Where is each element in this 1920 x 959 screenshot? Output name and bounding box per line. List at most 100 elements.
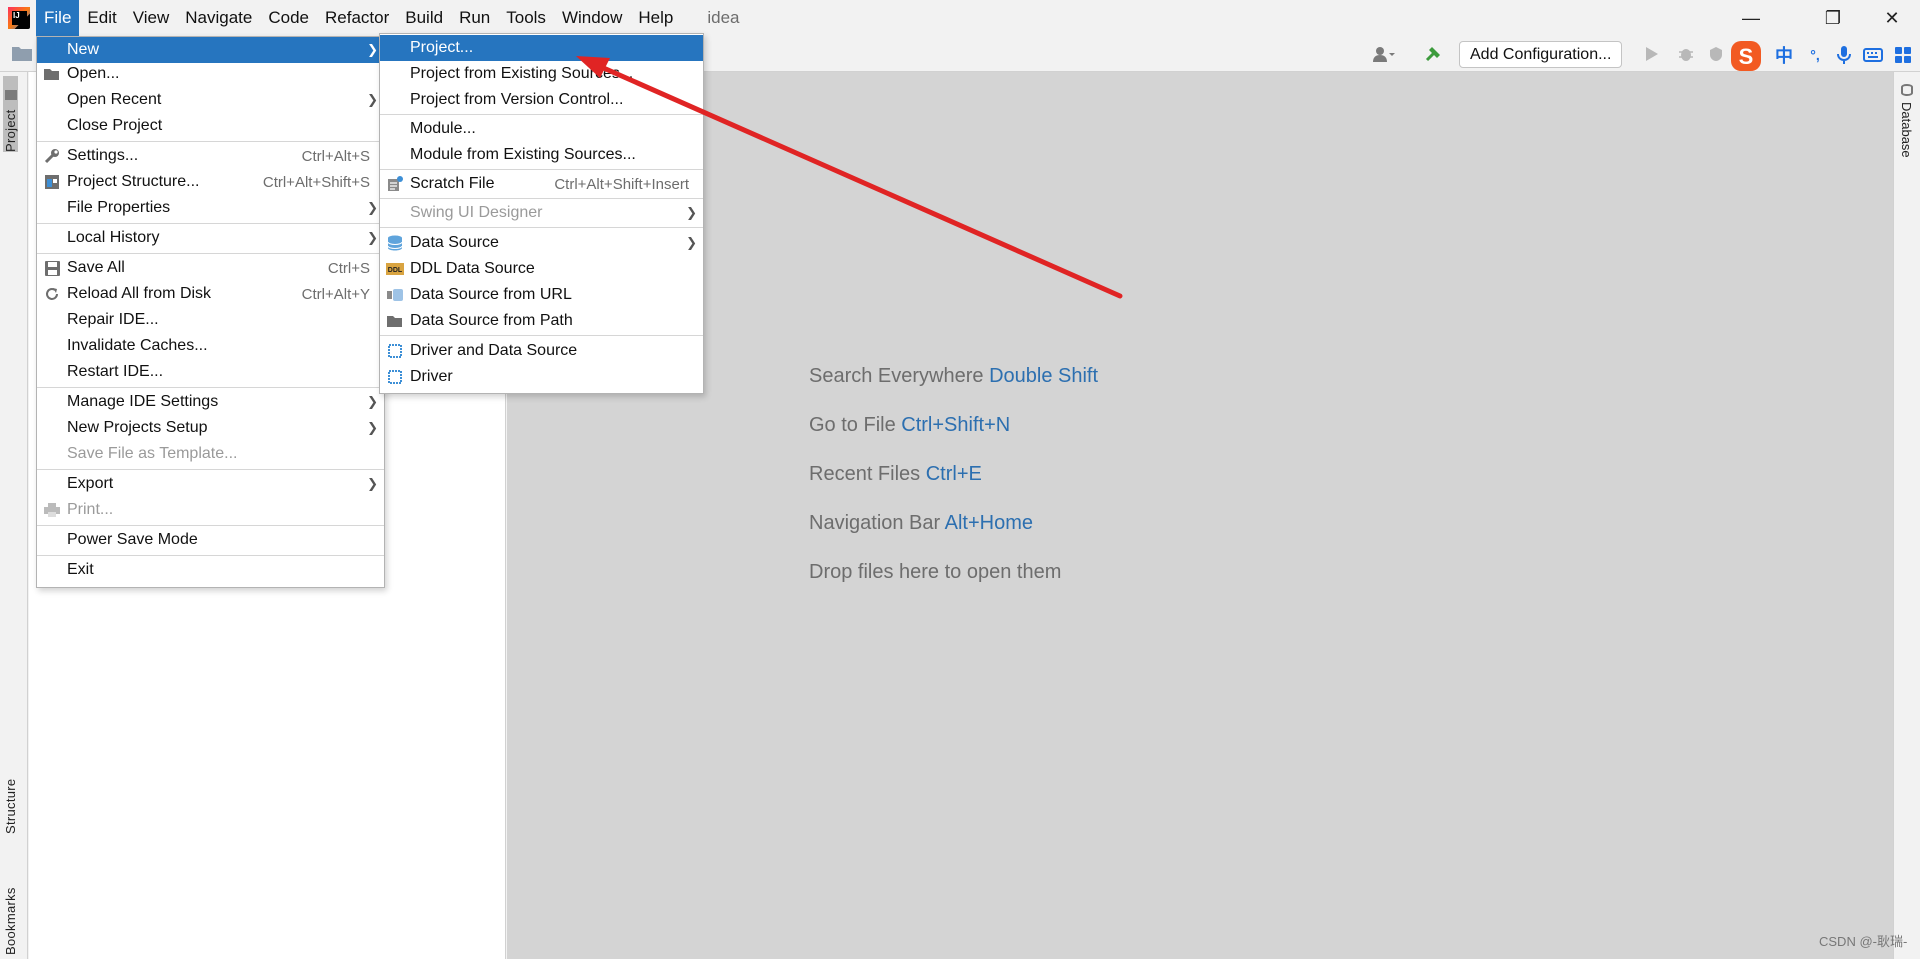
- hint-navigation-bar: Navigation Bar Alt+Home: [809, 503, 1098, 552]
- menu-edit[interactable]: Edit: [79, 0, 124, 36]
- menu-item-close-project[interactable]: Close Project: [37, 113, 384, 139]
- chevron-right-icon: ❯: [367, 420, 378, 435]
- folder-icon: [5, 89, 17, 100]
- menu-item-module[interactable]: Module...: [380, 116, 703, 142]
- sogou-ime-logo-icon[interactable]: S: [1728, 38, 1764, 74]
- menu-item-save-all[interactable]: Save All Ctrl+S: [37, 255, 384, 281]
- menu-item-driver[interactable]: Driver: [380, 364, 703, 390]
- menu-code[interactable]: Code: [260, 0, 317, 36]
- tab-bookmarks[interactable]: Bookmarks: [3, 860, 18, 955]
- hint-text: Recent Files: [809, 463, 921, 485]
- menu-item-invalidate-caches[interactable]: Invalidate Caches...: [37, 333, 384, 359]
- menu-item-module-from-existing-sources[interactable]: Module from Existing Sources...: [380, 142, 703, 168]
- tab-project-label: Project: [3, 109, 18, 152]
- editor-hints: Search Everywhere Double Shift Go to Fil…: [809, 356, 1098, 601]
- menu-item-save-file-as-template: Save File as Template...: [37, 441, 384, 467]
- ime-punctuation[interactable]: °,: [1800, 40, 1830, 70]
- hint-go-to-file: Go to File Ctrl+Shift+N: [809, 405, 1098, 454]
- close-button[interactable]: ✕: [1864, 0, 1920, 36]
- menu-item-driver-and-data-source[interactable]: Driver and Data Source: [380, 338, 703, 364]
- tab-project[interactable]: Project: [3, 76, 18, 152]
- build-hammer-icon[interactable]: [1421, 42, 1445, 66]
- menu-item-project-from-vcs[interactable]: Project from Version Control...: [380, 87, 703, 113]
- menu-item-label: Save File as Template...: [67, 445, 238, 462]
- menu-item-scratch-file[interactable]: Scratch File Ctrl+Alt+Shift+Insert: [380, 171, 703, 197]
- menu-separator: [380, 198, 703, 199]
- menu-item-new-projects-setup[interactable]: New Projects Setup ❯: [37, 415, 384, 441]
- menu-tools[interactable]: Tools: [498, 0, 554, 36]
- menu-item-label: Close Project: [67, 117, 163, 134]
- menu-item-label: Module from Existing Sources...: [410, 146, 636, 163]
- menu-separator: [380, 335, 703, 336]
- menu-item-ddl-data-source[interactable]: DDL DDL Data Source: [380, 256, 703, 282]
- tab-database[interactable]: Database: [1899, 102, 1914, 158]
- menu-item-label: File Properties: [67, 199, 171, 216]
- menu-item-project-structure[interactable]: Project Structure... Ctrl+Alt+Shift+S: [37, 169, 384, 195]
- microphone-icon[interactable]: [1832, 40, 1856, 70]
- hint-key: Ctrl+E: [925, 463, 982, 485]
- menu-item-repair-ide[interactable]: Repair IDE...: [37, 307, 384, 333]
- menu-item-label: Project Structure...: [67, 173, 200, 190]
- menu-item-data-source[interactable]: Data Source ❯: [380, 230, 703, 256]
- menu-item-local-history[interactable]: Local History ❯: [37, 225, 384, 251]
- menu-item-label: Swing UI Designer: [410, 204, 543, 221]
- ime-language[interactable]: 中: [1772, 40, 1796, 70]
- menu-item-open[interactable]: Open...: [37, 61, 384, 87]
- svg-text:DDL: DDL: [388, 267, 403, 274]
- editor-area[interactable]: [507, 72, 1893, 959]
- menu-item-settings[interactable]: Settings... Ctrl+Alt+S: [37, 143, 384, 169]
- menu-item-label: Repair IDE...: [67, 311, 159, 328]
- menu-view[interactable]: View: [125, 0, 178, 36]
- save-icon: [43, 259, 61, 277]
- menu-item-reload-all[interactable]: Reload All from Disk Ctrl+Alt+Y: [37, 281, 384, 307]
- menu-run[interactable]: Run: [451, 0, 498, 36]
- menu-item-open-recent[interactable]: Open Recent ❯: [37, 87, 384, 113]
- menu-item-label: Exit: [67, 561, 94, 578]
- menu-item-power-save-mode[interactable]: Power Save Mode: [37, 527, 384, 553]
- hint-text: Drop files here to open them: [809, 561, 1062, 583]
- menu-window[interactable]: Window: [554, 0, 630, 36]
- add-configuration-button[interactable]: Add Configuration...: [1459, 41, 1623, 68]
- project-folder-icon[interactable]: [12, 45, 32, 61]
- menu-item-label: Open Recent: [67, 91, 162, 108]
- restore-button[interactable]: ❐: [1805, 0, 1861, 36]
- menu-item-restart-ide[interactable]: Restart IDE...: [37, 359, 384, 385]
- project-structure-icon: [43, 173, 61, 191]
- menu-item-new[interactable]: New ❯: [37, 37, 384, 63]
- menu-refactor[interactable]: Refactor: [317, 0, 397, 36]
- chevron-right-icon: ❯: [686, 235, 697, 250]
- menu-item-export[interactable]: Export ❯: [37, 471, 384, 497]
- menu-item-exit[interactable]: Exit: [37, 557, 384, 583]
- menu-item-file-properties[interactable]: File Properties ❯: [37, 195, 384, 221]
- run-icon[interactable]: [1640, 42, 1664, 66]
- tab-structure[interactable]: Structure: [3, 752, 18, 834]
- menu-item-shortcut: Ctrl+S: [327, 259, 370, 277]
- menu-item-data-source-from-path[interactable]: Data Source from Path: [380, 308, 703, 334]
- scratch-file-icon: [386, 175, 404, 193]
- main-menu-bar: File Edit View Navigate Code Refactor Bu…: [36, 0, 681, 36]
- menu-item-label: Settings...: [67, 147, 139, 164]
- menu-item-new-project[interactable]: Project...: [380, 35, 703, 61]
- menu-item-label: Data Source from Path: [410, 312, 573, 329]
- menu-item-label: Module...: [410, 120, 476, 137]
- user-icon[interactable]: [1372, 42, 1396, 66]
- debug-icon[interactable]: [1674, 42, 1698, 66]
- toolbox-icon[interactable]: [1890, 40, 1916, 70]
- ddl-icon: DDL: [386, 260, 404, 278]
- menu-item-data-source-from-url[interactable]: Data Source from URL: [380, 282, 703, 308]
- driver-icon: [386, 342, 404, 360]
- menu-separator: [37, 141, 384, 142]
- menu-item-project-from-existing-sources[interactable]: Project from Existing Sources...: [380, 61, 703, 87]
- menu-help[interactable]: Help: [630, 0, 681, 36]
- menu-item-manage-ide-settings[interactable]: Manage IDE Settings ❯: [37, 389, 384, 415]
- menu-file[interactable]: File: [36, 0, 80, 36]
- title-bar: File Edit View Navigate Code Refactor Bu…: [0, 0, 1920, 36]
- menu-build[interactable]: Build: [397, 0, 451, 36]
- menu-item-label: Project...: [410, 39, 474, 56]
- minimize-button[interactable]: —: [1723, 0, 1779, 36]
- coverage-icon[interactable]: [1704, 42, 1728, 66]
- hint-text: Go to File: [809, 414, 896, 436]
- hint-key: Alt+Home: [944, 512, 1034, 534]
- keyboard-icon[interactable]: [1860, 40, 1886, 70]
- menu-navigate[interactable]: Navigate: [177, 0, 260, 36]
